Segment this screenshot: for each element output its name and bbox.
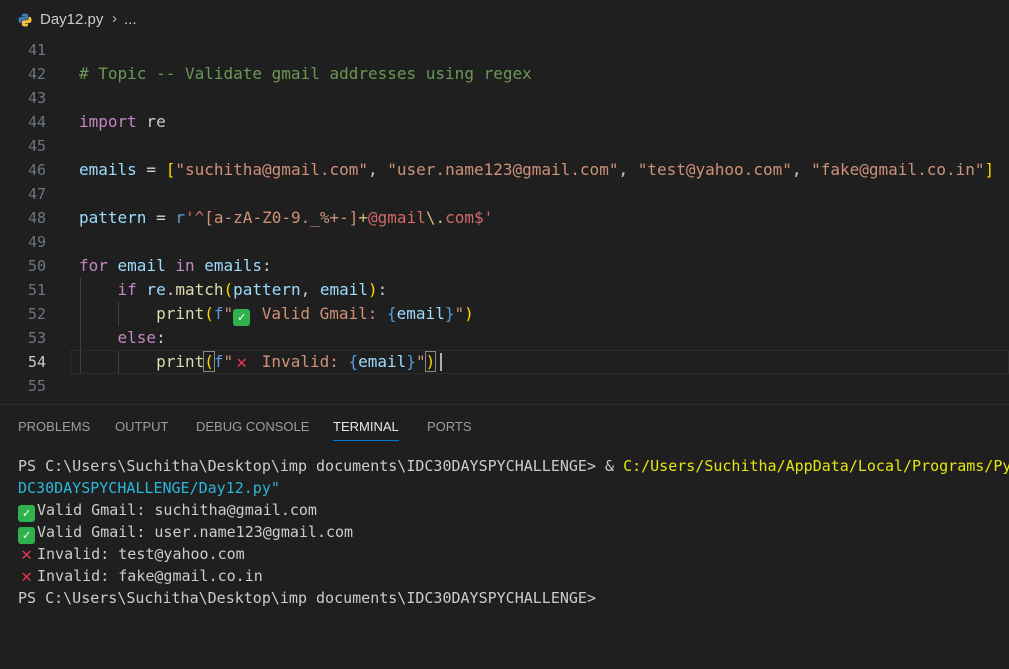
code-line: 46 emails = ["suchitha@gmail.com", "user… [0,158,1009,182]
code-text: else: [117,328,166,347]
text-cursor [440,353,442,371]
line-number: 55 [27,377,46,395]
line-number: 43 [27,89,46,107]
terminal-output-line: ✓ Valid Gmail: suchitha@gmail.com [18,499,317,522]
cross-mark-icon: ✕ [21,566,32,587]
tab-terminal[interactable]: TERMINAL [333,419,399,441]
code-line: 49 [0,230,1009,254]
line-number: 46 [27,161,46,179]
code-line: 47 [0,182,1009,206]
line-number: 51 [27,281,46,299]
code-line: 42 # Topic -- Validate gmail addresses u… [0,62,1009,86]
code-line: 51 if re.match(pattern, email): [0,278,1009,302]
code-line: 53 else: [0,326,1009,350]
code-line: 45 [0,134,1009,158]
terminal-output-line: ✕ Invalid: fake@gmail.co.in [18,565,263,587]
line-number: 42 [27,65,46,83]
code-text: for email in emails: [79,256,272,275]
check-mark-icon: ✓ [233,309,251,326]
breadcrumb-more[interactable]: ... [124,11,137,28]
cross-mark-icon: ✕ [21,544,32,565]
python-icon [18,13,32,27]
tab-debug-console[interactable]: DEBUG CONSOLE [196,419,309,434]
terminal-output-line: ✓ Valid Gmail: user.name123@gmail.com [18,521,353,544]
code-comment: # Topic -- Validate gmail addresses usin… [79,64,532,83]
line-number: 50 [27,257,46,275]
line-number: 48 [27,209,46,227]
breadcrumb: Day12.py › ... [0,0,1009,36]
tab-output[interactable]: OUTPUT [115,419,168,434]
code-text: print(f" ✕ Invalid: {email}") [156,351,437,373]
line-number: 52 [27,305,46,323]
check-mark-icon: ✓ [18,527,35,544]
terminal-output-line: ✕ Invalid: test@yahoo.com [18,543,245,565]
code-line: 50 for email in emails: [0,254,1009,278]
code-text: if re.match(pattern, email): [117,280,388,299]
line-number: 49 [27,233,46,251]
code-text: pattern = r'^[a-zA-Z0-9._%+-]+@gmail\.co… [79,208,494,227]
chevron-right-icon: › [112,10,117,27]
cross-mark-icon: ✕ [236,352,248,373]
code-text: print(f" ✓ Valid Gmail: {email}") [156,304,474,326]
code-line: 43 [0,86,1009,110]
breadcrumb-file[interactable]: Day12.py [40,11,103,28]
line-number: 53 [27,329,46,347]
code-text: import re [79,112,166,131]
line-number: 44 [27,113,46,131]
terminal-command-line: PS C:\Users\Suchitha\Desktop\imp documen… [18,457,1009,475]
panel-tabs: PROBLEMS OUTPUT DEBUG CONSOLE TERMINAL P… [0,405,1009,445]
code-line-active: 54 print(f" ✕ Invalid: {email}") [0,350,1009,374]
tab-ports[interactable]: PORTS [427,419,472,434]
code-text: emails = ["suchitha@gmail.com", "user.na… [79,160,995,179]
line-number: 41 [27,41,46,59]
code-line: 52 print(f" ✓ Valid Gmail: {email}") [0,302,1009,326]
code-line: 48 pattern = r'^[a-zA-Z0-9._%+-]+@gmail\… [0,206,1009,230]
check-mark-icon: ✓ [18,505,35,522]
code-line: 44 import re [0,110,1009,134]
tab-problems[interactable]: PROBLEMS [18,419,90,434]
terminal-prompt[interactable]: PS C:\Users\Suchitha\Desktop\imp documen… [18,587,596,609]
code-editor[interactable]: 41 42 # Topic -- Validate gmail addresse… [0,38,1009,398]
terminal-command-wrap: DC30DAYSPYCHALLENGE/Day12.py" [18,479,280,497]
code-line: 41 [0,38,1009,62]
line-number: 45 [27,137,46,155]
bottom-panel: PROBLEMS OUTPUT DEBUG CONSOLE TERMINAL P… [0,404,1009,669]
line-number: 47 [27,185,46,203]
code-line: 55 [0,374,1009,398]
line-number: 54 [27,353,46,371]
